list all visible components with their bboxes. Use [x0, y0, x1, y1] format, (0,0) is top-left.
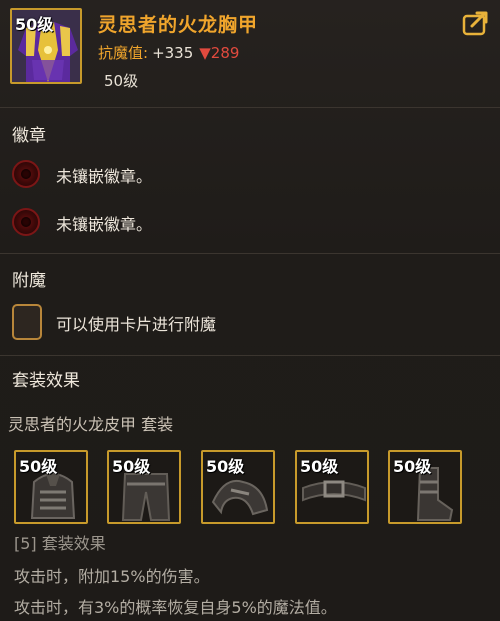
stat-label: 抗魔值: [98, 44, 149, 62]
item-name: 灵思者的火龙胸甲 [98, 14, 259, 36]
item-tooltip-panel: 50级 灵思者的火龙胸甲 抗魔值: +335 ▼289 50级 徽章 未镶嵌徽章。 … [0, 0, 500, 621]
stat-line: 抗魔值: +335 ▼289 [98, 42, 239, 63]
divider [0, 355, 500, 356]
set-effect-header: [5] 套装效果 [14, 534, 106, 553]
set-item-helmet[interactable]: 50级 [14, 450, 88, 524]
card-slot-icon[interactable] [12, 304, 42, 340]
set-item-level: 50级 [112, 457, 151, 476]
item-level-text: 50级 [104, 72, 139, 90]
set-item-level: 50级 [19, 457, 58, 476]
share-button[interactable] [462, 10, 490, 36]
divider [0, 107, 500, 108]
badge-slot-icon[interactable] [12, 160, 40, 188]
set-item-level: 50级 [393, 457, 432, 476]
set-item-boots[interactable]: 50级 [388, 450, 462, 524]
badge-slot-text: 未镶嵌徽章。 [56, 167, 153, 186]
set-name: 灵思者的火龙皮甲 套装 [8, 415, 174, 434]
set-item-pants[interactable]: 50级 [107, 450, 181, 524]
enchant-section-title: 附魔 [12, 271, 46, 291]
set-item-shoulder[interactable]: 50级 [201, 450, 275, 524]
divider [0, 253, 500, 254]
badge-slot-text: 未镶嵌徽章。 [56, 215, 153, 234]
stat-value: +335 [152, 44, 194, 62]
set-section-title: 套装效果 [12, 371, 80, 391]
set-item-level: 50级 [300, 457, 339, 476]
set-item-level: 50级 [206, 457, 245, 476]
set-effect-line: 攻击时，有3%的概率恢复自身5%的魔法值。 [14, 598, 337, 617]
set-item-belt[interactable]: 50级 [295, 450, 369, 524]
enchant-text: 可以使用卡片进行附魔 [56, 315, 217, 334]
stat-diff: ▼289 [199, 44, 240, 62]
share-icon [462, 11, 488, 36]
set-effect-line: 攻击时，附加15%的伤害。 [14, 567, 210, 586]
chest-armor-icon[interactable]: 50级 [10, 8, 82, 84]
item-level-badge: 50级 [15, 15, 54, 34]
badges-section-title: 徽章 [12, 126, 46, 146]
badge-slot-icon[interactable] [12, 208, 40, 236]
